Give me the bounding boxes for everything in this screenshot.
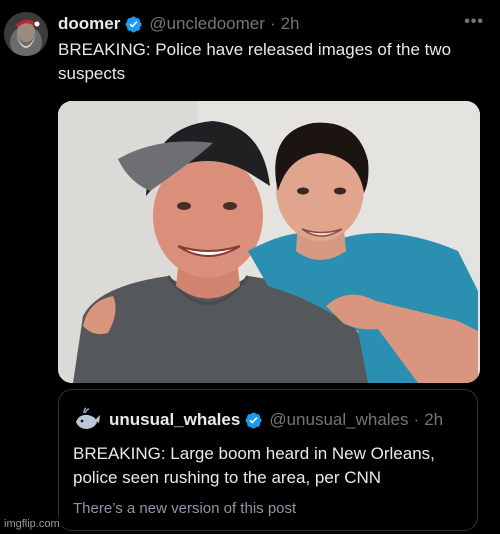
quoted-tweet-card[interactable]: unusual_whales @unusual_whales · 2h BREA…: [58, 389, 478, 531]
quoted-tweet-timestamp[interactable]: 2h: [424, 410, 443, 430]
author-avatar[interactable]: [4, 12, 48, 56]
quoted-author-name[interactable]: unusual_whales: [109, 410, 240, 430]
verified-badge-icon: [125, 15, 142, 33]
quoted-tweet-text: BREAKING: Large boom heard in New Orlean…: [73, 444, 435, 487]
avatar-image: [4, 12, 48, 56]
author-name[interactable]: doomer: [58, 14, 120, 34]
new-version-notice[interactable]: There’s a new version of this post: [73, 500, 296, 517]
photo-illustration: [58, 101, 480, 383]
author-handle[interactable]: @uncledoomer: [149, 14, 265, 34]
separator-dot: ·: [269, 14, 276, 33]
tweet-text: BREAKING: Police have released images of…: [58, 40, 452, 83]
quoted-verified-badge-icon: [245, 411, 262, 429]
whale-icon: [76, 407, 100, 429]
imgflip-watermark: imgflip.com: [2, 517, 62, 531]
more-options-icon[interactable]: •••: [464, 13, 484, 31]
tweet-photo[interactable]: [58, 101, 480, 383]
quoted-author-handle[interactable]: @unusual_whales: [269, 410, 408, 430]
tweet-timestamp[interactable]: 2h: [281, 14, 300, 34]
quoted-tweet-header: unusual_whales @unusual_whales · 2h: [73, 406, 443, 434]
tweet-header: doomer @uncledoomer · 2h: [58, 13, 480, 35]
quoted-separator-dot: ·: [413, 410, 420, 429]
